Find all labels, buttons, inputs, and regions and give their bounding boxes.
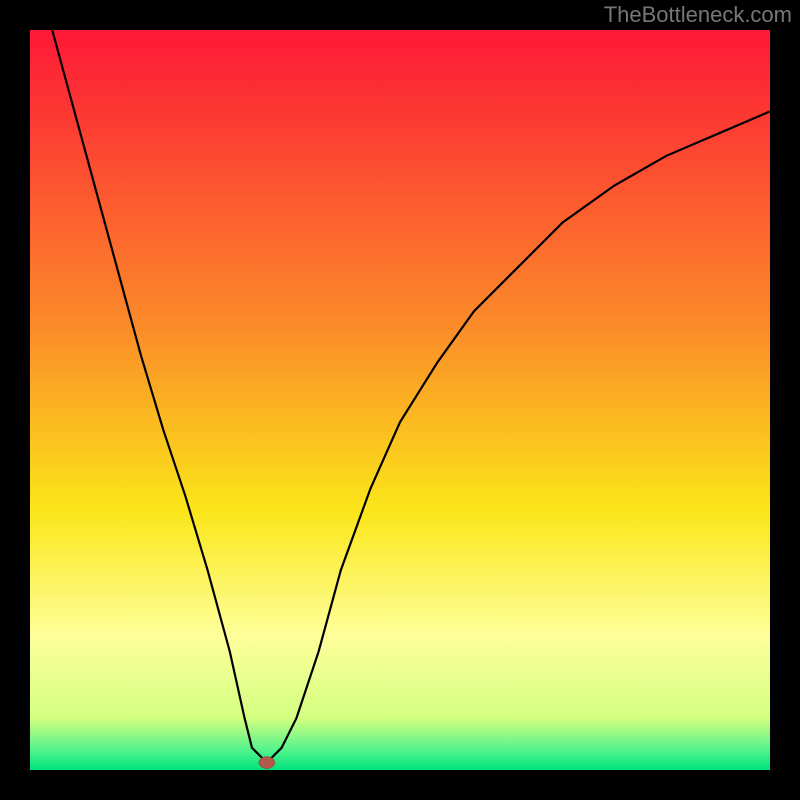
watermark-text: TheBottleneck.com: [604, 2, 792, 28]
chart-svg: [0, 0, 800, 800]
plot-background: [30, 30, 770, 770]
min-marker-icon: [259, 757, 275, 769]
chart-root: TheBottleneck.com: [0, 0, 800, 800]
